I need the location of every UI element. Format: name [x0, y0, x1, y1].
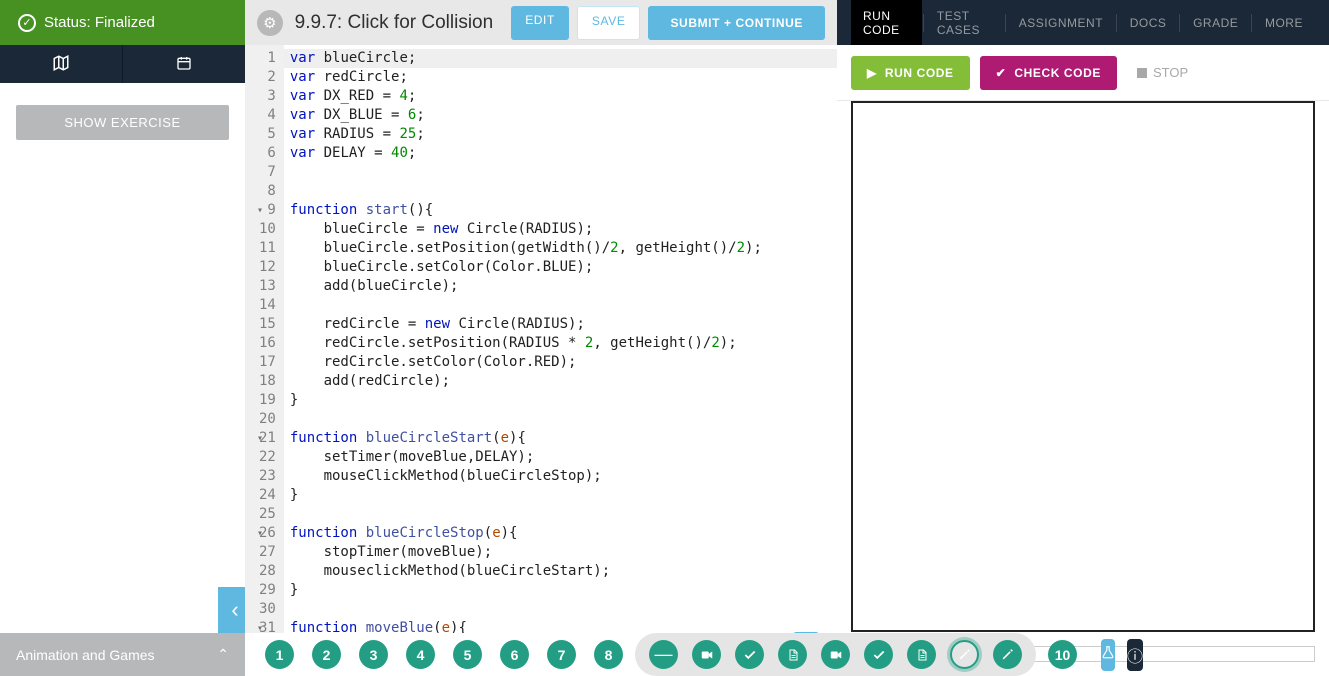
status-bar: ✓ Status: Finalized	[0, 0, 245, 45]
gear-icon: ⚙	[263, 14, 276, 32]
check-circle-icon: ✓	[18, 14, 36, 32]
lesson-step-6[interactable]: 6	[500, 640, 529, 669]
info-icon: ⓘ	[1127, 643, 1143, 667]
exercise-title: 9.9.7: Click for Collision	[295, 12, 494, 34]
lesson-step-4[interactable]: 4	[406, 640, 435, 669]
settings-button[interactable]: ⚙	[257, 10, 283, 36]
sandbox-button[interactable]	[1101, 639, 1115, 671]
map-tab[interactable]	[0, 45, 123, 83]
play-icon: ▶	[867, 66, 877, 80]
run-toolbar: ▶ RUN CODE ✔ CHECK CODE STOP	[837, 45, 1329, 101]
editor-gutter: 1234567891011121314151617181920212223242…	[245, 45, 284, 676]
nav-collapse-icon[interactable]: —	[649, 640, 678, 669]
tab-docs[interactable]: DOCS	[1118, 0, 1179, 45]
edit-button[interactable]: EDIT	[511, 6, 569, 40]
check-code-label: CHECK CODE	[1014, 66, 1101, 80]
run-code-label: RUN CODE	[885, 66, 954, 80]
tab-test-cases[interactable]: TEST CASES	[925, 0, 1004, 45]
lesson-doc-icon-2[interactable]	[778, 640, 807, 669]
tab-run-code[interactable]: RUN CODE	[851, 0, 922, 45]
lesson-check-icon-1[interactable]	[735, 640, 764, 669]
lesson-pencil-icon-7[interactable]	[993, 640, 1022, 669]
lesson-video-icon-3[interactable]	[821, 640, 850, 669]
show-exercise-button[interactable]: SHOW EXERCISE	[16, 105, 229, 140]
status-text: Status: Finalized	[44, 14, 155, 31]
lesson-check-icon-4[interactable]	[864, 640, 893, 669]
lesson-step-7[interactable]: 7	[547, 640, 576, 669]
lesson-icon-group: —	[635, 633, 1036, 676]
lesson-pencil-icon-6[interactable]	[950, 640, 979, 669]
lesson-step-2[interactable]: 2	[312, 640, 341, 669]
lesson-nav-bar: 12345678 — 10 ⓘ	[245, 633, 837, 676]
run-code-button[interactable]: ▶ RUN CODE	[851, 56, 970, 90]
stop-icon	[1137, 68, 1147, 78]
chevron-up-icon: ⌃	[217, 646, 229, 663]
module-title: Animation and Games	[16, 647, 155, 663]
left-sidebar: ✓ Status: Finalized SHOW EXERCISE ‹ Anim…	[0, 0, 245, 676]
tab-grade[interactable]: GRADE	[1181, 0, 1250, 45]
submit-continue-button[interactable]: SUBMIT + CONTINUE	[648, 6, 825, 40]
lesson-step-1[interactable]: 1	[265, 640, 294, 669]
right-tab-bar: RUN CODETEST CASESASSIGNMENTDOCSGRADEMOR…	[837, 0, 1329, 45]
calendar-icon	[176, 55, 192, 74]
module-footer[interactable]: Animation and Games ⌃	[0, 633, 245, 676]
tab-more[interactable]: MORE	[1253, 0, 1315, 45]
map-icon	[52, 54, 70, 75]
save-button[interactable]: SAVE	[577, 6, 641, 40]
stop-label: STOP	[1153, 65, 1188, 80]
editor-header: ⚙ 9.9.7: Click for Collision EDIT SAVE S…	[245, 0, 837, 45]
check-code-button[interactable]: ✔ CHECK CODE	[980, 56, 1117, 90]
stop-button[interactable]: STOP	[1137, 65, 1188, 80]
lesson-step-3[interactable]: 3	[359, 640, 388, 669]
lesson-doc-icon-5[interactable]	[907, 640, 936, 669]
lesson-step-8[interactable]: 8	[594, 640, 623, 669]
lesson-step-10[interactable]: 10	[1048, 640, 1077, 669]
lesson-video-icon-0[interactable]	[692, 640, 721, 669]
check-icon: ✔	[996, 66, 1007, 80]
flask-icon	[1101, 645, 1115, 664]
code-editor[interactable]: var blueCircle;var redCircle;var DX_RED …	[284, 45, 837, 676]
tab-assignment[interactable]: ASSIGNMENT	[1007, 0, 1115, 45]
output-canvas[interactable]	[851, 101, 1315, 632]
lesson-step-5[interactable]: 5	[453, 640, 482, 669]
info-button[interactable]: ⓘ	[1127, 639, 1143, 671]
calendar-tab[interactable]	[123, 45, 245, 83]
